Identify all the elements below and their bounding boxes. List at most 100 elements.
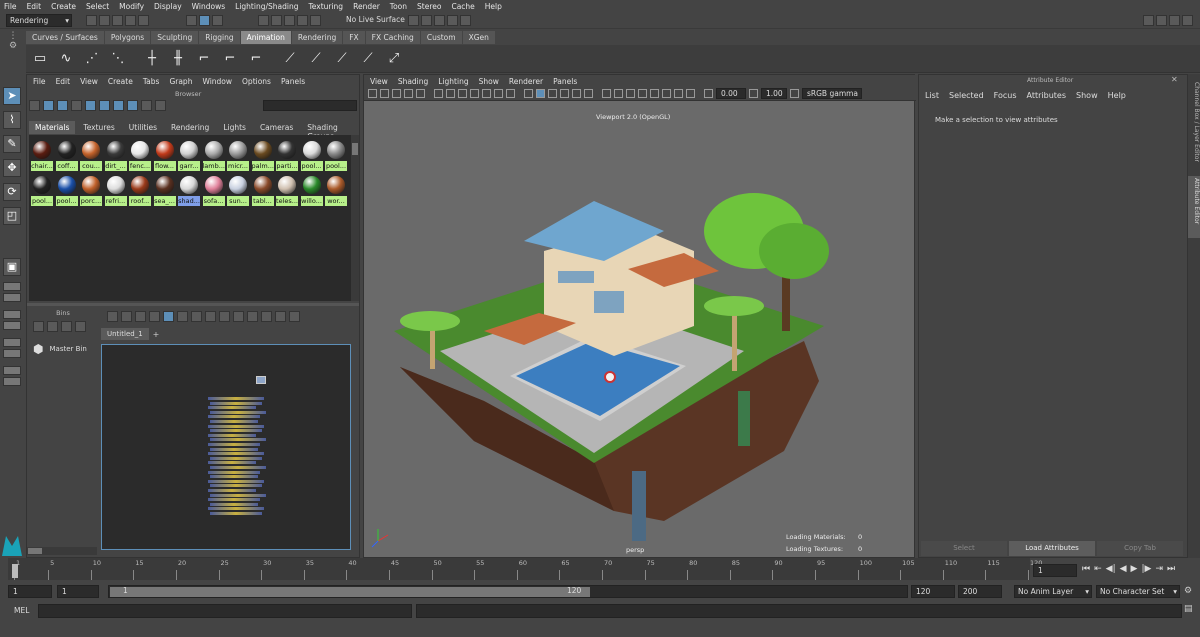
orient-constraint-icon[interactable]: ⟋ (358, 49, 378, 69)
ae-menu-help[interactable]: Help (1108, 91, 1126, 100)
render-frame-icon[interactable] (421, 15, 432, 26)
material-swatch[interactable]: sofa... (202, 174, 225, 207)
tab-textures[interactable]: Textures (77, 121, 120, 134)
anim-layer-dropdown[interactable]: No Anim Layer ▾ (1014, 585, 1092, 598)
swatches-scrollbar[interactable] (351, 135, 359, 301)
material-swatch[interactable]: dirt_... (104, 139, 127, 172)
shelf-tab-animation[interactable]: Animation (240, 31, 291, 44)
ae-select-button[interactable]: Select (921, 541, 1007, 556)
channel-box-toggle-icon[interactable] (1182, 15, 1193, 26)
ne-icon-5[interactable] (163, 311, 174, 322)
step-back-frame-icon[interactable]: ◀| (1106, 564, 1116, 574)
hs-menu-file[interactable]: File (33, 77, 46, 86)
ghost-icon[interactable]: ⋰ (82, 49, 102, 69)
exposure-icon[interactable] (704, 89, 713, 98)
ne-icon-9[interactable] (219, 311, 230, 322)
hud-icon[interactable] (686, 89, 695, 98)
play-backward-icon[interactable]: ◀ (1120, 564, 1127, 574)
open-scene-icon[interactable] (99, 15, 110, 26)
bin-icon-2[interactable] (47, 321, 58, 332)
hs-menu-create[interactable]: Create (108, 77, 133, 86)
close-icon[interactable]: ✕ (1171, 75, 1178, 84)
snap-surface-icon[interactable] (310, 15, 321, 26)
shadows-icon[interactable] (584, 89, 593, 98)
breakdown-key-icon[interactable]: ╫ (168, 49, 188, 69)
single-view-layout-icon[interactable]: ▣ (3, 258, 21, 276)
menu-file[interactable]: File (4, 2, 17, 11)
material-swatch[interactable]: sea_... (153, 174, 176, 207)
command-input[interactable] (38, 604, 412, 618)
color-management-icon[interactable] (790, 89, 799, 98)
lasso-tool-icon[interactable]: ⌇ (3, 111, 21, 129)
material-swatch[interactable]: chair... (31, 139, 53, 172)
hs-menu-options[interactable]: Options (242, 77, 271, 86)
channel-box-side-tab[interactable]: Channel Box / Layer Editor (1188, 80, 1200, 172)
xray-icon[interactable] (602, 89, 611, 98)
material-swatch[interactable]: teles... (276, 174, 298, 207)
menu-edit[interactable]: Edit (27, 2, 42, 11)
bookmark-icon[interactable] (392, 89, 401, 98)
hierarchy-mode-icon[interactable] (186, 15, 197, 26)
snap-curve-icon[interactable] (271, 15, 282, 26)
menu-create[interactable]: Create (51, 2, 76, 11)
smooth-shade-icon[interactable] (536, 89, 545, 98)
camera-select-icon[interactable] (368, 89, 377, 98)
film-gate-icon[interactable] (446, 89, 455, 98)
shelf-tab-rigging[interactable]: Rigging (199, 31, 240, 44)
four-view-layout-icon[interactable] (3, 282, 21, 291)
character-set-dropdown[interactable]: No Character Set ▾ (1096, 585, 1180, 598)
material-swatch[interactable]: sun... (227, 174, 249, 207)
panel-divider[interactable] (27, 303, 359, 306)
ae-copy-tab-button[interactable]: Copy Tab (1097, 541, 1183, 556)
hypershade-layout-icon[interactable] (3, 338, 21, 347)
material-swatch[interactable]: pool... (300, 139, 323, 172)
range-slider-bar[interactable] (110, 587, 590, 597)
hs-menu-window[interactable]: Window (202, 77, 232, 86)
undo-icon[interactable] (125, 15, 136, 26)
two-view-layout-icon[interactable] (3, 293, 21, 302)
live-surface-label[interactable]: No Live Surface (346, 15, 405, 24)
material-swatch[interactable]: palm... (251, 139, 274, 172)
material-swatch[interactable]: garr... (178, 139, 200, 172)
material-swatch[interactable]: pool... (31, 174, 53, 207)
bin-icon-4[interactable] (75, 321, 86, 332)
shelf-tab-xgen[interactable]: XGen (462, 31, 495, 44)
menu-texturing[interactable]: Texturing (308, 2, 343, 11)
menu-help[interactable]: Help (485, 2, 502, 11)
playblast-icon[interactable]: ▭ (30, 49, 50, 69)
ae-load-attributes-button[interactable]: Load Attributes (1009, 541, 1095, 556)
motion-trail-icon[interactable]: ∿ (56, 49, 76, 69)
node-network[interactable] (208, 397, 268, 519)
redo-icon[interactable] (138, 15, 149, 26)
snap-plane-icon[interactable] (297, 15, 308, 26)
scale-tool-icon[interactable]: ◰ (3, 207, 21, 225)
browser-icon-8[interactable] (127, 100, 138, 111)
command-language-label[interactable]: MEL (14, 606, 29, 615)
exposure-field[interactable]: 0.00 (716, 88, 746, 99)
hs-menu-view[interactable]: View (80, 77, 98, 86)
render-settings-icon[interactable] (447, 15, 458, 26)
vp-menu-view[interactable]: View (370, 77, 388, 86)
motion-blur-icon[interactable] (638, 89, 647, 98)
tab-utilities[interactable]: Utilities (123, 121, 163, 134)
browser-icon-5[interactable] (85, 100, 96, 111)
ik-handle-icon[interactable]: ⌐ (194, 49, 214, 69)
material-swatch[interactable]: pool... (325, 139, 347, 172)
safe-title-icon[interactable] (506, 89, 515, 98)
current-frame-field[interactable]: 1 (1033, 564, 1077, 577)
ne-icon-6[interactable] (177, 311, 188, 322)
playback-settings-icon[interactable]: ⚙ (1184, 586, 1192, 596)
shelf-tab-polygons[interactable]: Polygons (104, 31, 151, 44)
material-swatch[interactable]: fenc... (129, 139, 151, 172)
browser-icon-2[interactable] (43, 100, 54, 111)
wireframe-icon[interactable] (524, 89, 533, 98)
shelf-tab-fx-caching[interactable]: FX Caching (365, 31, 420, 44)
material-swatch[interactable]: porc... (80, 174, 102, 207)
move-tool-icon[interactable]: ✥ (3, 159, 21, 177)
go-to-end-icon[interactable]: ⏭ (1167, 564, 1175, 574)
vp-menu-lighting[interactable]: Lighting (438, 77, 468, 86)
vp-menu-panels[interactable]: Panels (553, 77, 577, 86)
render-view-icon[interactable] (408, 15, 419, 26)
rotate-tool-icon[interactable]: ⟳ (3, 183, 21, 201)
range-start-field[interactable]: 1 (8, 585, 52, 598)
